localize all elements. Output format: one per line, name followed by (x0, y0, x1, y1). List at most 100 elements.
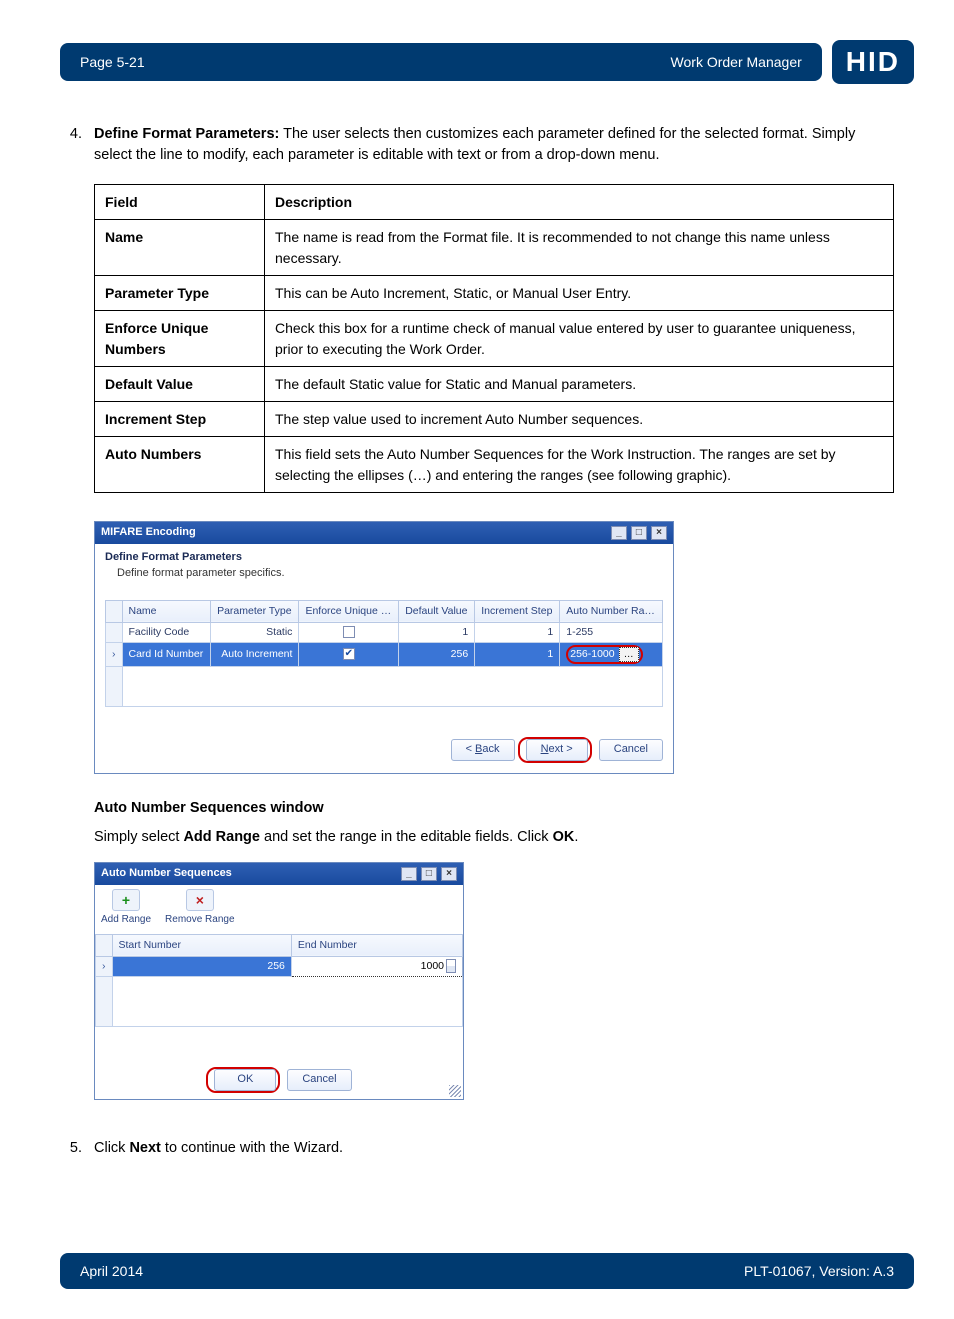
table-row: Parameter Type This can be Auto Incremen… (95, 275, 894, 310)
step-5-post: to continue with the Wizard. (161, 1140, 343, 1156)
auto-number-instruction: Simply select Add Range and set the rang… (94, 827, 894, 848)
grid-col-ptype[interactable]: Parameter Type (211, 600, 299, 622)
ellipsis-button[interactable]: … (619, 647, 639, 662)
grid-empty-row (96, 977, 463, 1027)
dialog-title: MIFARE Encoding (101, 525, 196, 541)
field-name: Default Value (95, 366, 265, 401)
step-4-lead: Define Format Parameters: (94, 126, 279, 142)
close-icon[interactable]: × (651, 526, 667, 540)
maximize-icon[interactable]: □ (421, 867, 437, 881)
spinner-icon[interactable] (446, 959, 456, 973)
col-field: Field (95, 185, 265, 220)
range-grid[interactable]: Start Number End Number › 256 1000 (95, 934, 463, 1027)
dialog-titlebar: MIFARE Encoding _ □ × (95, 522, 673, 544)
field-desc: The step value used to increment Auto Nu… (265, 402, 894, 437)
field-name: Parameter Type (95, 275, 265, 310)
cell-enforce[interactable] (299, 643, 399, 667)
footer-date: April 2014 (80, 1263, 143, 1279)
cell-range[interactable]: 1-255 (560, 623, 663, 643)
table-row: Enforce Unique Numbers Check this box fo… (95, 311, 894, 367)
table-row: Auto Numbers This field sets the Auto Nu… (95, 437, 894, 493)
field-desc: The default Static value for Static and … (265, 366, 894, 401)
grid-col-step[interactable]: Increment Step (475, 600, 560, 622)
step-5-pre: Click (94, 1140, 129, 1156)
page-header: Page 5-21 Work Order Manager HID (0, 0, 954, 84)
table-row: Name The name is read from the Format fi… (95, 220, 894, 276)
auto-number-sequences-dialog: Auto Number Sequences _ □ × + Add Range (94, 862, 464, 1100)
col-start-number[interactable]: Start Number (112, 934, 291, 956)
parameters-grid[interactable]: Name Parameter Type Enforce Unique … Def… (105, 600, 663, 708)
col-end-number[interactable]: End Number (291, 934, 462, 956)
cell-name[interactable]: Facility Code (122, 623, 211, 643)
dialog-title: Auto Number Sequences (101, 866, 232, 882)
highlight-oval: 256-1000 … (566, 645, 642, 664)
back-button[interactable]: < Back (451, 739, 515, 761)
resize-grip-icon[interactable] (449, 1085, 461, 1097)
col-description: Description (265, 185, 894, 220)
maximize-icon[interactable]: □ (631, 526, 647, 540)
cell-step[interactable]: 1 (475, 623, 560, 643)
remove-icon: × (186, 889, 214, 911)
grid-col-range[interactable]: Auto Number Ra… (560, 600, 663, 622)
checkbox-checked-icon[interactable] (343, 648, 355, 660)
mifare-encoding-dialog: MIFARE Encoding _ □ × Define Format Para… (94, 521, 674, 774)
grid-row-selected[interactable]: › Card Id Number Auto Increment 256 1 25… (106, 643, 663, 667)
row-pointer: › (96, 957, 113, 977)
step-5-bold: Next (129, 1140, 160, 1156)
next-button[interactable]: Next > (526, 739, 588, 761)
grid-row-selected[interactable]: › 256 1000 (96, 957, 463, 977)
cancel-button[interactable]: Cancel (287, 1069, 351, 1091)
grid-row[interactable]: Facility Code Static 1 1 1-255 (106, 623, 663, 643)
minimize-icon[interactable]: _ (401, 867, 417, 881)
cancel-button[interactable]: Cancel (599, 739, 663, 761)
remove-range-label: Remove Range (165, 914, 234, 925)
table-row: Default Value The default Static value f… (95, 366, 894, 401)
cell-ptype[interactable]: Auto Increment (211, 643, 299, 667)
dialog-titlebar: Auto Number Sequences _ □ × (95, 863, 463, 885)
cell-step[interactable]: 1 (475, 643, 560, 667)
close-icon[interactable]: × (441, 867, 457, 881)
grid-col-enforce[interactable]: Enforce Unique … (299, 600, 399, 622)
grid-col-name[interactable]: Name (122, 600, 211, 622)
highlight-oval: OK (206, 1067, 280, 1093)
end-number-cell[interactable]: 1000 (291, 957, 462, 977)
doc-title: Work Order Manager (671, 54, 802, 70)
table-row: Increment Step The step value used to in… (95, 402, 894, 437)
cell-range[interactable]: 256-1000 … (560, 643, 663, 667)
minimize-icon[interactable]: _ (611, 526, 627, 540)
field-name: Enforce Unique Numbers (95, 311, 265, 367)
brand-logo: HID (832, 40, 914, 84)
start-number-cell[interactable]: 256 (112, 957, 291, 977)
step-number: 4. (60, 124, 94, 1124)
page-number: Page 5-21 (80, 54, 145, 70)
step-5: 5. Click Next to continue with the Wizar… (60, 1138, 894, 1159)
toolbar: + Add Range × Remove Range (95, 885, 463, 934)
row-pointer: › (106, 643, 123, 667)
grid-col-default[interactable]: Default Value (399, 600, 475, 622)
dialog-section-heading: Define Format Parameters (105, 550, 663, 566)
cell-enforce[interactable] (299, 623, 399, 643)
header-bar: Page 5-21 Work Order Manager (60, 43, 822, 81)
page-content: 4. Define Format Parameters: The user se… (0, 84, 954, 1193)
footer-docid: PLT-01067, Version: A.3 (744, 1263, 894, 1279)
cell-name[interactable]: Card Id Number (122, 643, 211, 667)
cell-default[interactable]: 256 (399, 643, 475, 667)
field-desc: The name is read from the Format file. I… (265, 220, 894, 276)
field-desc: This field sets the Auto Number Sequence… (265, 437, 894, 493)
field-name: Increment Step (95, 402, 265, 437)
ok-button[interactable]: OK (214, 1069, 276, 1091)
field-name: Name (95, 220, 265, 276)
range-text: 256-1000 (570, 647, 614, 662)
add-range-button[interactable]: + Add Range (101, 889, 151, 928)
highlight-oval: Next > (518, 737, 592, 763)
window-controls: _ □ × (400, 866, 457, 882)
cell-default[interactable]: 1 (399, 623, 475, 643)
add-range-label: Add Range (101, 914, 151, 925)
row-pointer (106, 623, 123, 643)
cell-ptype[interactable]: Static (211, 623, 299, 643)
row-selector-header (96, 934, 113, 956)
add-icon: + (112, 889, 140, 911)
remove-range-button[interactable]: × Remove Range (165, 889, 234, 928)
checkbox-unchecked-icon[interactable] (343, 626, 355, 638)
row-selector-header (106, 600, 123, 622)
